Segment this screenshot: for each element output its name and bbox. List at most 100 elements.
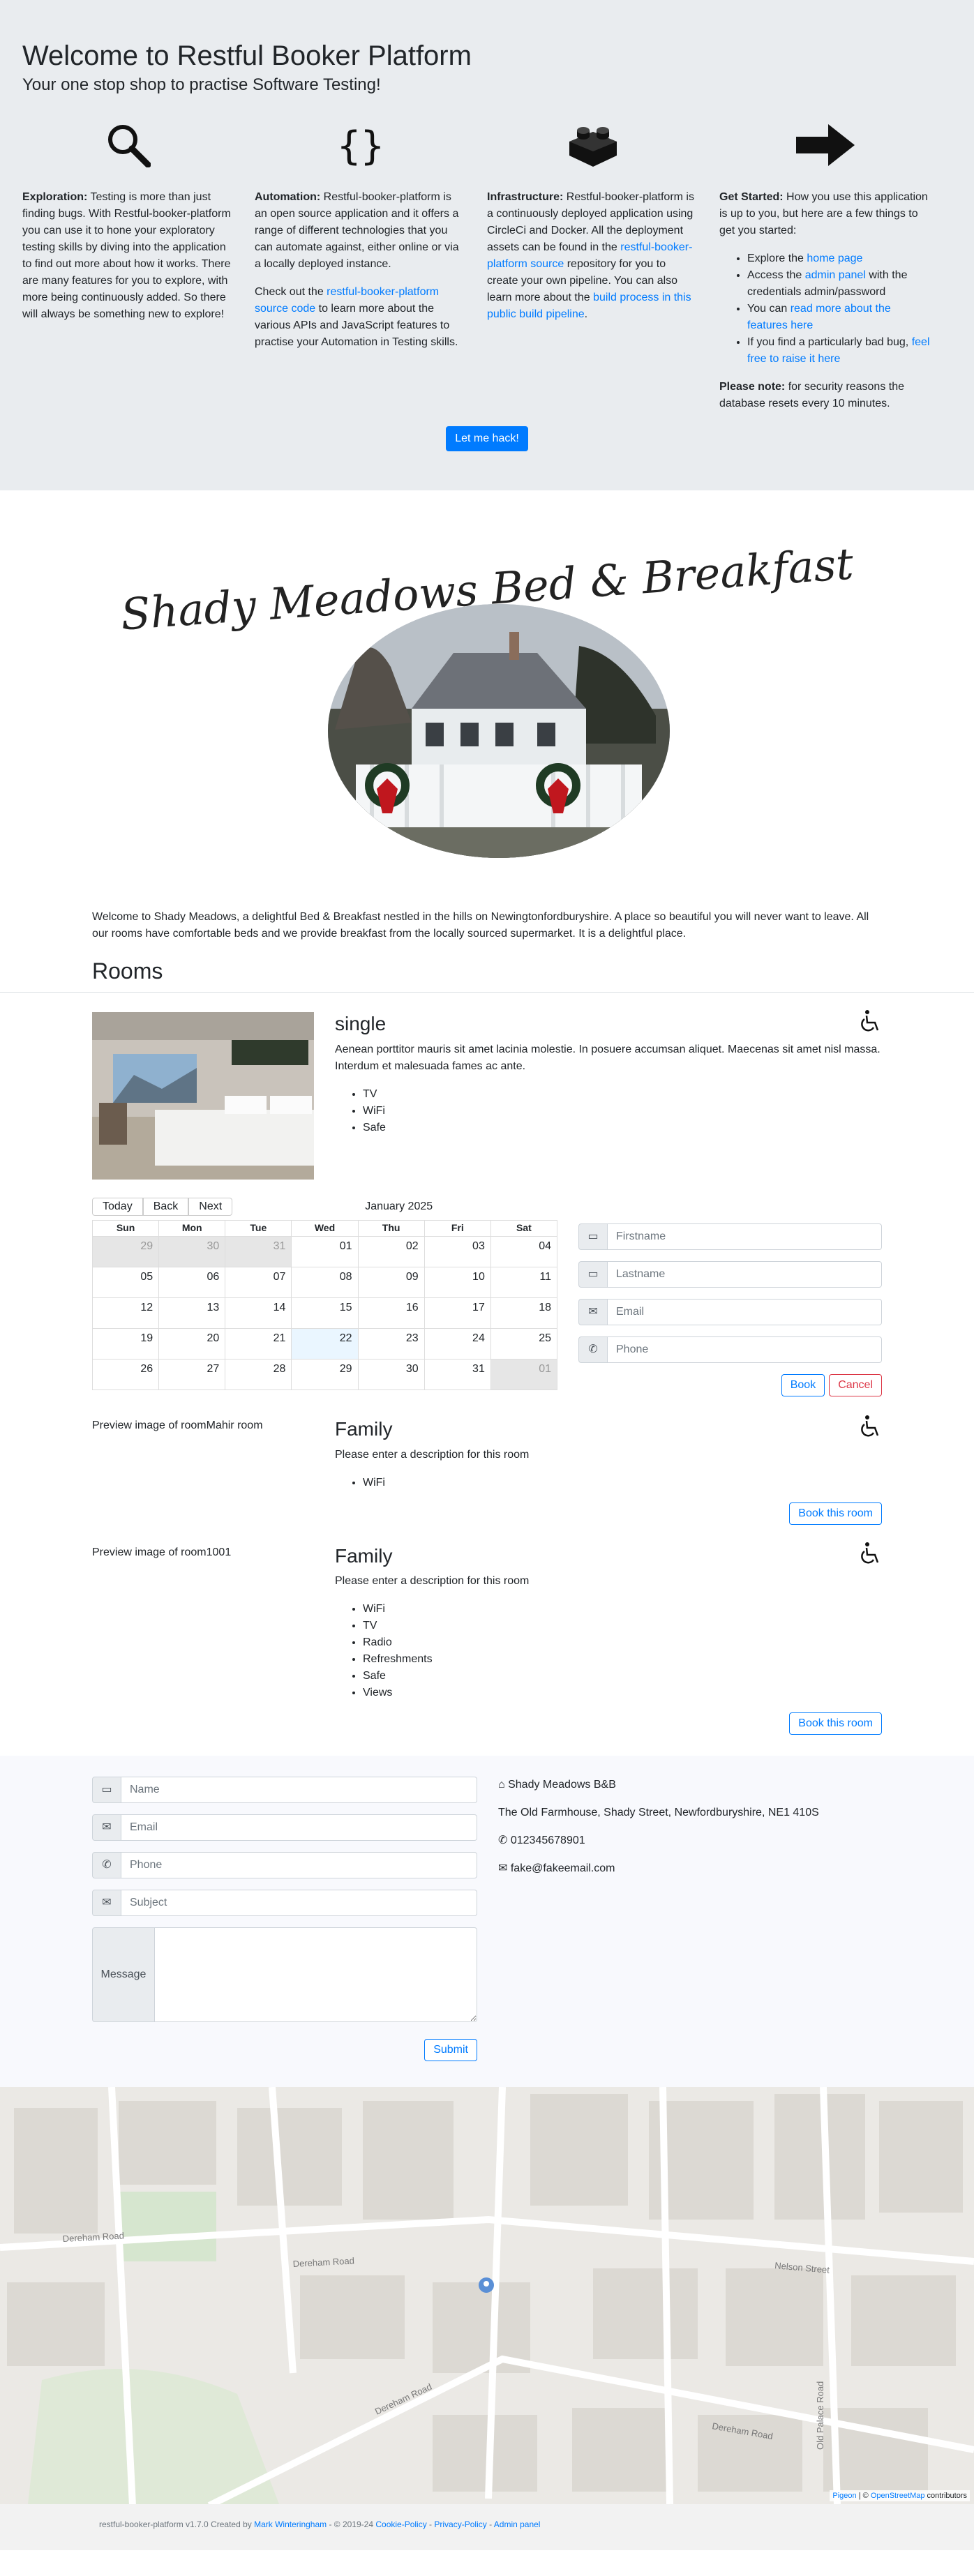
calendar-next-button[interactable]: Next [188, 1198, 233, 1216]
message-field[interactable] [155, 1927, 477, 2023]
page-title: Welcome to Restful Booker Platform [22, 40, 472, 71]
openstreetmap-link[interactable]: OpenStreetMap [871, 2492, 925, 2500]
calendar-day[interactable]: 08 [291, 1267, 357, 1297]
map-street-label: Old Palace Road [815, 2381, 825, 2450]
feature-item: Safe [363, 1668, 882, 1685]
admin-panel-link[interactable]: admin panel [805, 269, 866, 281]
home-page-link[interactable]: home page [807, 253, 862, 264]
hotel-description: Welcome to Shady Meadows, a delightful B… [92, 911, 869, 940]
calendar-day[interactable]: 13 [158, 1298, 225, 1328]
book-this-room-button[interactable]: Book this room [789, 1712, 882, 1735]
calendar-day[interactable]: 21 [225, 1329, 291, 1359]
welcome-hero: Welcome to Restful Booker Platform Your … [0, 0, 974, 490]
exploration-column: Exploration: Testing is more than just f… [22, 118, 255, 423]
hotel-logo-image [328, 604, 670, 858]
envelope-icon: ✉ [92, 1814, 121, 1841]
id-card-icon: ▭ [578, 1223, 608, 1250]
search-icon [22, 118, 234, 172]
calendar-day[interactable]: 03 [424, 1237, 490, 1267]
booking-panel: Today Back Next January 2025 Sun Mon Tue… [92, 1198, 882, 1396]
calendar-day[interactable]: 09 [357, 1267, 424, 1297]
calendar-day[interactable]: 29 [291, 1359, 357, 1389]
book-this-room-button[interactable]: Book this room [789, 1502, 882, 1525]
calendar-month-label: January 2025 [365, 1200, 433, 1212]
calendar-day[interactable]: 01 [291, 1237, 357, 1267]
calendar-day[interactable]: 27 [158, 1359, 225, 1389]
calendar-day[interactable]: 31 [225, 1237, 292, 1267]
calendar-day[interactable]: 04 [490, 1237, 557, 1267]
phone-icon: ✆ [92, 1852, 121, 1879]
calendar-day[interactable]: 12 [93, 1298, 158, 1328]
hotel-logo: Shady Meadows Bed & Breakfast [0, 490, 974, 909]
firstname-field[interactable] [608, 1223, 882, 1250]
book-button[interactable]: Book [781, 1374, 825, 1396]
calendar-day[interactable]: 30 [158, 1237, 225, 1267]
calendar-day[interactable]: 07 [225, 1267, 291, 1297]
calendar-day[interactable]: 19 [93, 1329, 158, 1359]
calendar-day[interactable]: 28 [225, 1359, 291, 1389]
calendar-day[interactable]: 05 [93, 1267, 158, 1297]
feature-item: WiFi [363, 1475, 882, 1491]
submit-button[interactable]: Submit [424, 2039, 477, 2062]
admin-panel-link[interactable]: Admin panel [494, 2519, 541, 2529]
arrow-right-icon [719, 118, 931, 172]
calendar-day[interactable]: 20 [158, 1329, 225, 1359]
calendar-day[interactable]: 23 [357, 1329, 424, 1359]
pigeon-link[interactable]: Pigeon [832, 2492, 856, 2500]
phone-field[interactable] [608, 1336, 882, 1363]
calendar-day[interactable]: 25 [490, 1329, 557, 1359]
calendar-day-today[interactable]: 22 [291, 1329, 358, 1359]
room-image-placeholder: Preview image of room1001 [92, 1546, 232, 1558]
name-field[interactable] [121, 1777, 477, 1804]
cancel-button[interactable]: Cancel [829, 1374, 882, 1396]
business-email: fake@fakeemail.com [510, 1862, 615, 1875]
calendar-today-button[interactable]: Today [92, 1198, 143, 1216]
email-field[interactable] [608, 1299, 882, 1325]
let-me-hack-button[interactable]: Let me hack! [446, 425, 528, 451]
booking-calendar: Today Back Next January 2025 Sun Mon Tue… [92, 1198, 557, 1396]
calendar-day[interactable]: 29 [93, 1237, 159, 1267]
room-description: Please enter a description for this room [335, 1448, 530, 1461]
room-single: single Aenean porttitor mauris sit amet … [92, 1009, 882, 1180]
feature-item: Safe [363, 1120, 882, 1136]
email-field[interactable] [121, 1814, 477, 1841]
calendar-day[interactable]: 24 [424, 1329, 490, 1359]
subject-field[interactable] [121, 1890, 477, 1917]
page-footer: restful-booker-platform v1.7.0 Created b… [0, 2504, 974, 2551]
wheelchair-icon [858, 1415, 882, 1444]
calendar-day[interactable]: 31 [424, 1359, 490, 1389]
calendar-day[interactable]: 16 [357, 1298, 424, 1328]
phone-field[interactable] [121, 1852, 477, 1879]
calendar-day[interactable]: 10 [424, 1267, 490, 1297]
lego-brick-icon [487, 118, 698, 172]
calendar-back-button[interactable]: Back [142, 1198, 189, 1216]
cookie-policy-link[interactable]: Cookie-Policy [375, 2519, 426, 2529]
contact-section: ▭ ✉ ✆ ✉ Message Submit ⌂ Shady Meadows B… [0, 1756, 974, 2088]
author-link[interactable]: Mark Winteringham [254, 2519, 327, 2529]
calendar-day[interactable]: 17 [424, 1298, 490, 1328]
calendar-day[interactable]: 01 [490, 1359, 557, 1389]
lastname-field[interactable] [608, 1261, 882, 1288]
wheelchair-icon [858, 1009, 882, 1039]
calendar-day[interactable]: 15 [291, 1298, 357, 1328]
calendar-day[interactable]: 18 [490, 1298, 557, 1328]
room-name: single [335, 1013, 387, 1034]
room-family-mahir: Preview image of roomMahir room Family P… [92, 1415, 882, 1491]
room-description: Please enter a description for this room [335, 1575, 530, 1588]
calendar-day[interactable]: 30 [357, 1359, 424, 1389]
message-label: Message [92, 1927, 155, 2023]
calendar-day[interactable]: 02 [357, 1237, 424, 1267]
map-marker-icon[interactable] [479, 2277, 494, 2293]
location-map[interactable]: Dereham Road Dereham Road Dereham Road D… [0, 2087, 974, 2505]
calendar-day[interactable]: 26 [93, 1359, 158, 1389]
calendar-day[interactable]: 06 [158, 1267, 225, 1297]
phone-icon: ✆ [578, 1336, 608, 1363]
calendar-day[interactable]: 11 [490, 1267, 557, 1297]
infrastructure-column: Infrastructure: Restful-booker-platform … [487, 118, 719, 423]
business-phone: 012345678901 [510, 1835, 585, 1847]
feature-item: WiFi [363, 1103, 882, 1120]
automation-column: {} Automation: Restful-booker-platform i… [255, 118, 487, 423]
room-image-placeholder: Preview image of roomMahir room [92, 1419, 263, 1431]
privacy-policy-link[interactable]: Privacy-Policy [434, 2519, 486, 2529]
calendar-day[interactable]: 14 [225, 1298, 291, 1328]
